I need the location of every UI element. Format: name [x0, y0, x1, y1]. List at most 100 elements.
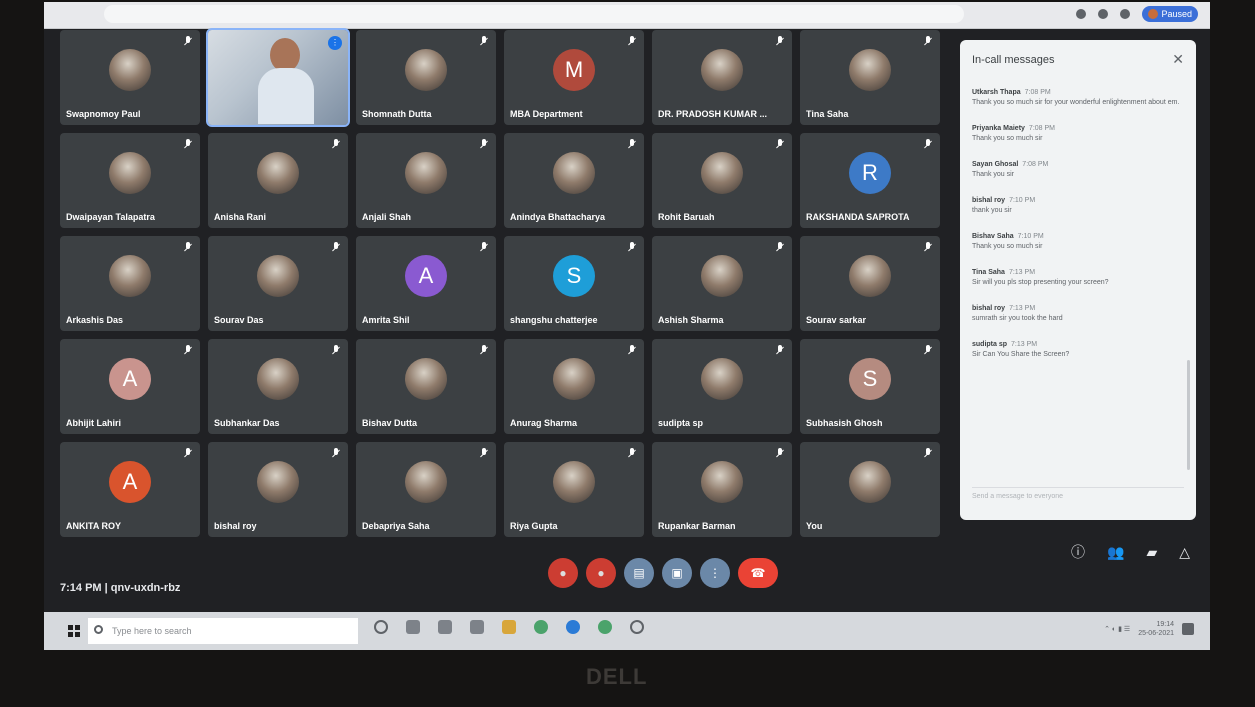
activities-icon[interactable]: △ — [1179, 544, 1190, 561]
camera-off-button[interactable]: ● — [586, 558, 616, 588]
profile-button[interactable]: Paused — [1142, 6, 1198, 22]
participant-tile[interactable]: M MBA Department — [504, 30, 644, 125]
chat-title: In-call messages — [972, 54, 1055, 66]
participant-tile[interactable]: Swapnomoy Paul — [60, 30, 200, 125]
mic-muted-icon — [776, 345, 784, 355]
chat-scrollbar[interactable] — [1187, 360, 1190, 470]
message-text: sumrath sir you took the hard — [972, 315, 1063, 322]
message-sender: bishal roy — [972, 305, 1006, 312]
participant-photo-avatar — [257, 254, 299, 297]
message-time: 7:10 PM — [1017, 233, 1044, 240]
chat-message: Bishav Saha 7:10 PM Thank you so much sir — [972, 232, 1180, 252]
participant-name: Swapnomoy Paul — [66, 109, 141, 119]
participant-tile[interactable]: Sourav Das — [208, 236, 348, 331]
message-time: 7:10 PM — [1009, 197, 1036, 204]
mic-muted-icon — [332, 345, 340, 355]
participant-tile[interactable]: Rohit Baruah — [652, 133, 792, 228]
mic-muted-icon — [332, 242, 340, 252]
participant-tile[interactable]: Shomnath Dutta — [356, 30, 496, 125]
participant-name: Anindya Bhattacharya — [510, 212, 606, 222]
participant-tile[interactable]: Rupankar Barman — [652, 442, 792, 537]
participant-tile[interactable]: R RAKSHANDA SAPROTA — [800, 133, 940, 228]
participant-photo-avatar — [849, 48, 891, 91]
participant-tile[interactable]: sudipta sp — [652, 339, 792, 434]
participant-photo-avatar — [553, 357, 595, 400]
participant-tile[interactable]: Dwaipayan Talapatra — [60, 133, 200, 228]
participant-tile[interactable]: Sourav sarkar — [800, 236, 940, 331]
mic-off-button[interactable]: ● — [548, 558, 578, 588]
participant-tile[interactable]: A ANKITA ROY — [60, 442, 200, 537]
edge-icon[interactable] — [566, 620, 580, 634]
chat-icon[interactable]: ▰ — [1146, 544, 1157, 561]
app-icon[interactable] — [630, 620, 644, 634]
store-icon[interactable] — [470, 620, 484, 634]
address-bar[interactable] — [104, 5, 964, 23]
participant-tile[interactable]: Anjali Shah — [356, 133, 496, 228]
participant-tile[interactable]: Bishav Dutta — [356, 339, 496, 434]
taskbar-search[interactable]: Type here to search — [88, 618, 358, 644]
app-icon[interactable] — [438, 620, 452, 634]
participant-tile[interactable]: A Abhijit Lahiri — [60, 339, 200, 434]
participant-tile[interactable]: Arkashis Das — [60, 236, 200, 331]
system-clock[interactable]: 19:14 25-06-2021 — [1138, 620, 1174, 638]
message-time: 7:08 PM — [1022, 161, 1049, 168]
chat-message: bishal roy 7:13 PM sumrath sir you took th… — [972, 304, 1180, 324]
mic-muted-icon — [184, 36, 192, 46]
tray-icons[interactable]: ⌃ ◐ ▮ ☰ — [1104, 625, 1130, 633]
participant-name: Subhankar Das — [214, 418, 280, 428]
message-sender: Tina Saha — [972, 269, 1005, 276]
dell-logo: DELL — [586, 664, 648, 689]
notification-icon[interactable] — [1182, 623, 1194, 635]
info-icon[interactable]: ⓘ — [1071, 542, 1085, 562]
participant-tile[interactable]: Riya Gupta — [504, 442, 644, 537]
more-options-button[interactable]: ⋮ — [700, 558, 730, 588]
participant-name: shangshu chatterjee — [510, 315, 598, 325]
mic-muted-icon — [776, 448, 784, 458]
chat-message: bishal roy 7:10 PM thank you sir — [972, 196, 1180, 216]
cortana-icon[interactable] — [374, 620, 388, 634]
file-explorer-icon[interactable] — [502, 620, 516, 634]
close-icon[interactable]: ✕ — [1172, 51, 1184, 68]
windows-start-icon[interactable] — [68, 625, 80, 637]
mic-muted-icon — [628, 139, 636, 149]
participant-tile[interactable]: Anindya Bhattacharya — [504, 133, 644, 228]
star-icon[interactable] — [1098, 9, 1109, 19]
chat-panel: In-call messages ✕ Utkarsh Thapa 7:08 PM T… — [960, 40, 1196, 520]
people-icon[interactable]: 👥 — [1107, 544, 1124, 561]
participant-tile[interactable]: Sshangshu chatterjee — [504, 236, 644, 331]
participant-tile[interactable]: S Subhasish Ghosh — [800, 339, 940, 434]
participant-tile[interactable]: Debapriya Saha — [356, 442, 496, 537]
participant-video — [208, 30, 348, 125]
system-tray: ⌃ ◐ ▮ ☰ 19:14 25-06-2021 — [1104, 620, 1194, 638]
meeting-controls: 7:14 PM | qnv-uxdn-rbz ● ● ▤ ▣ ⋮ ☎ ⓘ 👥 ▰… — [44, 542, 1210, 598]
participant-tile[interactable]: bishal roy — [208, 442, 348, 537]
mic-muted-icon — [924, 448, 932, 458]
task-view-icon[interactable] — [406, 620, 420, 634]
participant-tile[interactable]: Ashish Sharma — [652, 236, 792, 331]
captions-button[interactable]: ▤ — [624, 558, 654, 588]
participant-photo-avatar — [701, 254, 743, 297]
avatar — [1148, 9, 1159, 19]
participant-tile[interactable]: Tina Saha — [800, 30, 940, 125]
participant-tile[interactable]: You — [800, 442, 940, 537]
chat-input[interactable]: Send a message to everyone — [972, 487, 1184, 506]
participant-photo-avatar — [553, 151, 595, 194]
participant-name: Shomnath Dutta — [362, 109, 432, 119]
participant-tile[interactable]: Subhankar Das — [208, 339, 348, 434]
participant-name: Anisha Rani — [214, 212, 267, 222]
mic-muted-icon — [480, 448, 488, 458]
leave-call-button[interactable]: ☎ — [738, 558, 778, 588]
participant-tile[interactable]: A Amrita Shil — [356, 236, 496, 331]
participant-tile[interactable]: Anurag Sharma — [504, 339, 644, 434]
extensions-puzzle-icon[interactable] — [1120, 9, 1131, 19]
extension-icon[interactable] — [1076, 9, 1087, 19]
participant-tile[interactable]: ⋮ — [206, 28, 350, 127]
participant-tile[interactable]: Anisha Rani — [208, 133, 348, 228]
chat-message: sudipta sp 7:13 PM Sir Can You Share the S… — [972, 340, 1180, 360]
participant-tile[interactable]: DR. PRADOSH KUMAR ... — [652, 30, 792, 125]
present-button[interactable]: ▣ — [662, 558, 692, 588]
participant-photo-avatar — [849, 460, 891, 503]
participant-name: Sourav Das — [214, 315, 264, 325]
chrome-icon[interactable] — [598, 620, 612, 634]
app-icon[interactable] — [534, 620, 548, 634]
